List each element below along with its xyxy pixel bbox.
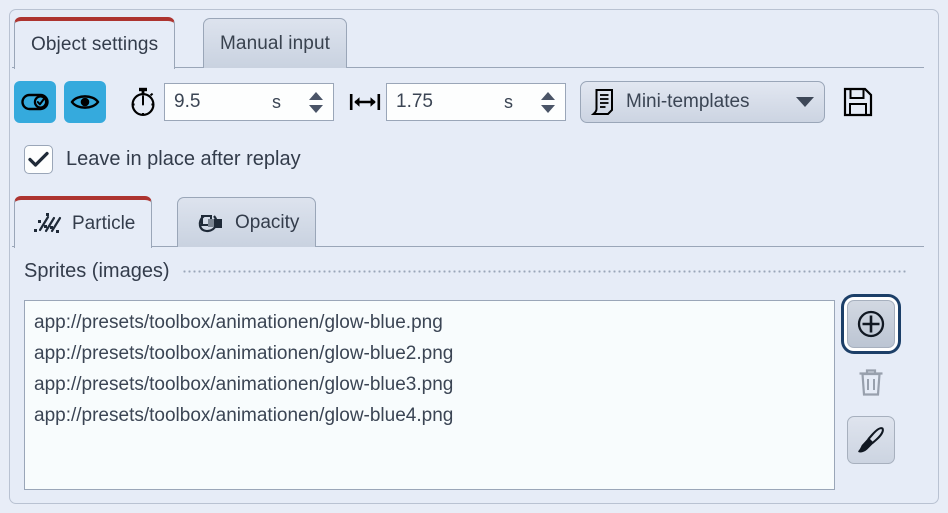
- sprites-section-title: Sprites (images): [24, 259, 170, 282]
- horizontal-arrows-icon: [348, 90, 382, 114]
- section-divider: [181, 269, 908, 273]
- sprites-actions: [843, 297, 903, 490]
- plus-circle-icon: [856, 309, 886, 339]
- distance-stepper[interactable]: [535, 84, 565, 120]
- stepper-down-icon[interactable]: [541, 104, 555, 113]
- edit-sprite-button[interactable]: [847, 416, 895, 464]
- check-icon: [28, 151, 49, 167]
- distance-value: 1.75: [396, 91, 433, 112]
- distance-unit: s: [504, 91, 513, 112]
- list-item[interactable]: app://presets/toolbox/animationen/glow-b…: [25, 369, 834, 400]
- app-window: Object settings Manual input 9.5 s 1.75 …: [0, 0, 948, 513]
- document-list-icon: [591, 88, 617, 116]
- mini-templates-label: Mini-templates: [626, 91, 750, 112]
- particle-icon: [31, 211, 63, 237]
- add-sprite-button[interactable]: [844, 297, 898, 351]
- tab-opacity[interactable]: Opacity: [177, 197, 317, 247]
- list-item[interactable]: app://presets/toolbox/animationen/glow-b…: [25, 338, 834, 369]
- leave-in-place-checkbox[interactable]: [24, 145, 53, 174]
- duration-spinbox[interactable]: 9.5 s: [164, 83, 334, 121]
- floppy-disk-icon[interactable]: [841, 87, 875, 117]
- stepper-up-icon[interactable]: [541, 91, 555, 100]
- opacity-icon: [194, 210, 226, 236]
- paintbrush-icon: [856, 425, 886, 455]
- tab-manual-input[interactable]: Manual input: [203, 18, 347, 68]
- stepper-up-icon[interactable]: [309, 91, 323, 100]
- list-item[interactable]: app://presets/toolbox/animationen/glow-b…: [25, 307, 834, 338]
- delete-sprite-button[interactable]: [847, 358, 895, 406]
- tab-opacity-label: Opacity: [235, 211, 300, 233]
- effect-tabstrip: Particle Opacity: [0, 191, 930, 248]
- leave-in-place-label: Leave in place after replay: [66, 148, 301, 170]
- toggle-enabled-button[interactable]: [14, 81, 56, 123]
- mini-templates-dropdown[interactable]: Mini-templates: [580, 81, 825, 123]
- list-item[interactable]: app://presets/toolbox/animationen/glow-b…: [25, 400, 834, 431]
- stopwatch-icon: [126, 87, 160, 117]
- sprites-list[interactable]: app://presets/toolbox/animationen/glow-b…: [24, 300, 835, 490]
- main-tabstrip: Object settings Manual input: [0, 12, 930, 69]
- trash-icon: [857, 367, 885, 397]
- duration-value: 9.5: [174, 91, 201, 112]
- stepper-down-icon[interactable]: [309, 104, 323, 113]
- duration-unit: s: [272, 91, 281, 112]
- tab-particle-label: Particle: [72, 213, 136, 234]
- toggle-check-icon: [21, 92, 49, 112]
- leave-in-place-row[interactable]: Leave in place after replay: [24, 145, 301, 174]
- tab-particle[interactable]: Particle: [14, 196, 153, 248]
- eye-icon: [70, 92, 100, 112]
- settings-toolbar: 9.5 s 1.75 s Mini-templates: [14, 76, 914, 128]
- chevron-down-icon[interactable]: [796, 97, 814, 107]
- tab-manual-input-label: Manual input: [220, 32, 330, 54]
- duration-stepper[interactable]: [303, 84, 333, 120]
- visibility-button[interactable]: [64, 81, 106, 123]
- distance-spinbox[interactable]: 1.75 s: [386, 83, 566, 121]
- sprites-section-header: Sprites (images): [24, 258, 908, 284]
- tab-object-settings-label: Object settings: [31, 34, 159, 55]
- tab-object-settings[interactable]: Object settings: [14, 17, 176, 69]
